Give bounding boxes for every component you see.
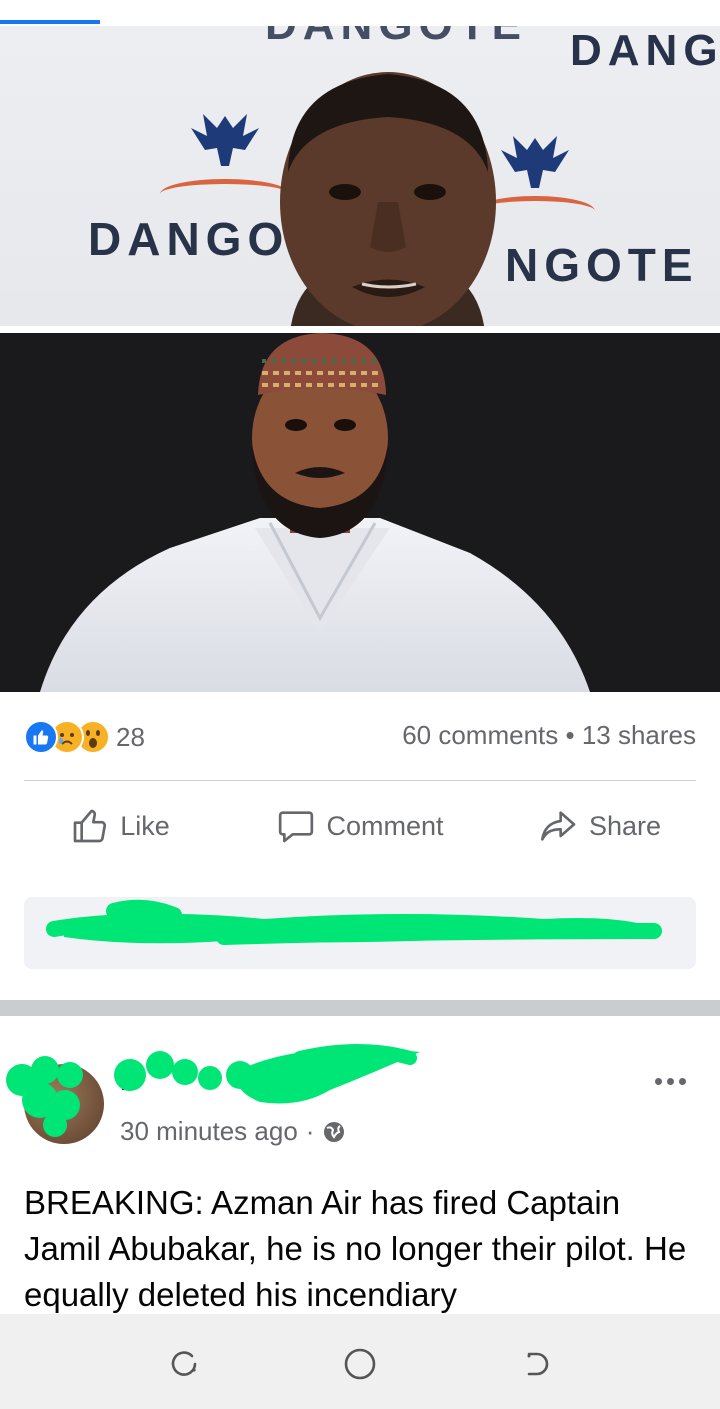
man-portrait-2	[40, 333, 590, 692]
globe-icon	[324, 1121, 345, 1142]
post-body-text[interactable]: BREAKING: Azman Air has fired Captain Ja…	[24, 1180, 700, 1314]
dot	[666, 1077, 674, 1085]
active-tab-indicator	[0, 20, 100, 24]
meta-separator: ·	[305, 1116, 315, 1146]
share-icon	[540, 811, 576, 841]
comment-button[interactable]: Comment	[240, 795, 480, 857]
banner-text: DANGOTE	[265, 26, 527, 50]
dot	[678, 1077, 686, 1085]
divider	[24, 780, 696, 781]
like-button[interactable]: Like	[0, 795, 240, 857]
back-button[interactable]	[513, 1344, 557, 1384]
share-label: Share	[588, 810, 662, 841]
comment-share-stats[interactable]: 60 comments • 13 shares	[402, 720, 696, 751]
like-icon	[73, 809, 107, 843]
reaction-summary[interactable]: 28	[24, 718, 145, 756]
share-button[interactable]: Share	[480, 795, 720, 857]
like-reaction-icon	[24, 720, 58, 754]
recent-apps-button[interactable]	[162, 1344, 206, 1384]
banner-text: NGOTE	[505, 239, 699, 291]
dot	[654, 1077, 662, 1085]
post-photo-1[interactable]: DANGOTE DANGO DANGO NGOTE	[0, 26, 720, 326]
banner-text: DANGO	[570, 26, 720, 75]
recent-apps-icon	[171, 1351, 197, 1376]
photo-divider	[0, 326, 720, 333]
feed-separator	[0, 1000, 720, 1016]
home-icon	[344, 1348, 376, 1380]
post-photo-2[interactable]	[0, 333, 720, 692]
eagle-logo-icon	[501, 136, 569, 188]
back-icon	[527, 1352, 549, 1376]
eagle-logo-icon	[191, 114, 259, 166]
reaction-count: 28	[116, 721, 145, 752]
post-timestamp[interactable]: 30 minutes ago	[120, 1116, 298, 1147]
system-nav-bar	[0, 1314, 720, 1409]
post-meta: 30 minutes ago ·	[120, 1116, 346, 1147]
post-options-button[interactable]	[645, 1066, 695, 1096]
man-portrait-1	[280, 72, 496, 326]
action-bar: Like Comment Share	[0, 795, 720, 857]
like-label: Like	[120, 810, 170, 841]
redaction-scribble	[46, 899, 662, 945]
comment-label: Comment	[326, 810, 444, 841]
comment-icon	[279, 811, 314, 843]
home-button[interactable]	[338, 1344, 382, 1384]
write-comment-input[interactable]	[24, 897, 696, 969]
banner-text: DANGO	[88, 213, 290, 265]
